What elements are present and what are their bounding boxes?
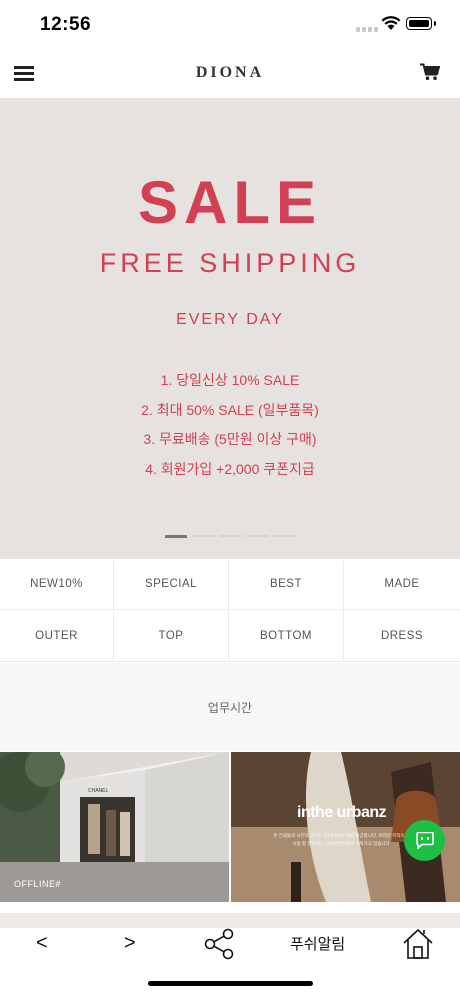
slide-dot-3[interactable] (219, 535, 241, 537)
slide-dot-5[interactable] (273, 535, 295, 537)
wifi-icon (381, 16, 401, 30)
category-outer[interactable]: OUTER (0, 611, 114, 662)
cart-icon[interactable] (420, 63, 440, 81)
chat-button[interactable] (404, 820, 445, 861)
category-made[interactable]: MADE (344, 559, 460, 610)
business-hours[interactable]: 업무시간 (0, 663, 460, 751)
signal-icon (356, 27, 378, 32)
category-special[interactable]: SPECIAL (114, 559, 229, 610)
urbanz-subtext: 본 인쇄물의 사진과 문구는 인더어반즈 에서 제공합니다. 어떠한 목적으로 … (273, 833, 409, 846)
benefit-item: 3. 무료배송 (5만원 이상 구매) (143, 431, 317, 447)
brand-logo[interactable]: DIONA (0, 64, 460, 82)
home-icon[interactable] (402, 928, 434, 960)
slide-dot-2[interactable] (192, 535, 214, 537)
push-notification-button[interactable]: 푸쉬알림 (290, 933, 345, 954)
category-best[interactable]: BEST (229, 559, 344, 610)
category-top[interactable]: TOP (114, 611, 229, 662)
home-indicator (148, 981, 313, 986)
category-bottom[interactable]: BOTTOM (229, 611, 344, 662)
business-hours-label: 업무시간 (207, 700, 253, 715)
banner-subtitle: FREE SHIPPING (99, 248, 361, 278)
app-header: DIONA (0, 50, 460, 98)
promo-banner[interactable]: SALE FREE SHIPPING EVERY DAY 1. 당일신상 10%… (0, 98, 460, 559)
benefit-item: 1. 당일신상 10% SALE (160, 372, 300, 388)
benefit-item: 4. 회원가입 +2,000 쿠폰지급 (145, 460, 315, 477)
banner-title: SALE (137, 169, 323, 236)
banner-benefit-list: 1. 당일신상 10% SALE 2. 최대 50% SALE (일부품목) 3… (0, 366, 460, 484)
banner-tagline: EVERY DAY (176, 311, 284, 328)
bottom-toolbar: < > 푸쉬알림 (0, 928, 460, 996)
category-dress[interactable]: DRESS (344, 611, 460, 662)
slide-dot-4[interactable] (246, 535, 268, 537)
chat-icon (415, 832, 434, 849)
category-grid: NEW10% SPECIAL BEST MADE OUTER TOP BOTTO… (0, 559, 460, 663)
category-new10[interactable]: NEW10% (0, 559, 114, 610)
benefit-item: 2. 최대 50% SALE (일부품목) (141, 401, 319, 418)
slide-dot-1[interactable] (165, 534, 187, 538)
store-sign: CHANEL (88, 788, 109, 794)
forward-button[interactable]: > (124, 932, 136, 955)
status-bar: 12:56 (0, 0, 460, 50)
offline-store-photo[interactable]: CHANEL OFFLINE# (0, 752, 229, 902)
battery-icon (406, 17, 436, 30)
share-icon[interactable] (204, 928, 238, 960)
offline-caption: OFFLINE# (14, 879, 62, 889)
back-button[interactable]: < (36, 932, 48, 955)
urbanz-title: inthe urbanz (297, 804, 387, 821)
clock: 12:56 (40, 14, 92, 35)
